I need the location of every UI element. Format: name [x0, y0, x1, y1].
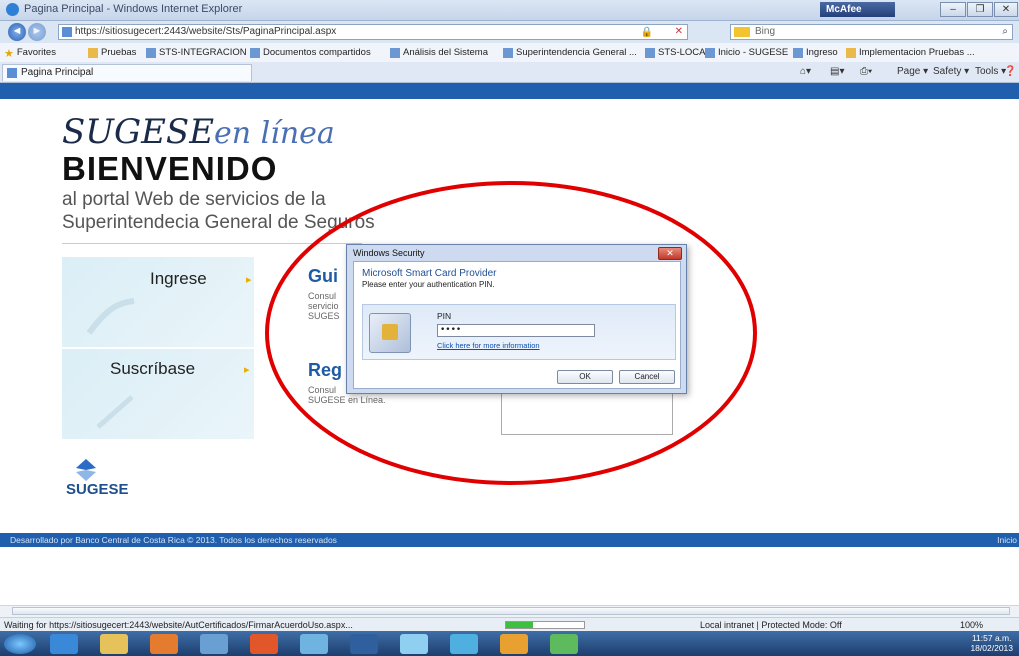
- security-zone[interactable]: Local intranet | Protected Mode: Off: [700, 618, 842, 632]
- hand-icon: [86, 298, 135, 335]
- ie-page-icon: [250, 47, 260, 58]
- loading-progress: [505, 621, 585, 629]
- feeds-icon[interactable]: ▤▾: [830, 66, 844, 77]
- page-icon: [7, 68, 17, 78]
- ie-page-icon: [705, 47, 715, 58]
- app-taskbar-icon[interactable]: [450, 634, 478, 654]
- fav-item-superintendencia[interactable]: Superintendencia General ...: [503, 46, 637, 59]
- page-menu[interactable]: Page ▾: [897, 66, 928, 77]
- search-placeholder: Bing: [755, 26, 776, 37]
- app-taskbar-icon[interactable]: [500, 634, 528, 654]
- status-text: Waiting for https://sitiosugecert:2443/w…: [4, 620, 353, 630]
- ie-page-icon: [503, 47, 513, 58]
- outlook-taskbar-icon[interactable]: [150, 634, 178, 654]
- page-footer: Desarrollado por Banco Central de Costa …: [0, 533, 1019, 547]
- fav-item-inicio-sugese[interactable]: Inicio - SUGESE: [705, 46, 788, 59]
- ingrese-label: Ingrese: [150, 269, 207, 288]
- stop-icon[interactable]: ✕: [675, 25, 683, 39]
- favorites-bar: ★ Favorites Pruebas STS-INTEGRACION Docum…: [0, 43, 1019, 63]
- address-url: https://sitiosugecert:2443/website/Sts/P…: [75, 26, 337, 37]
- suscribase-label: Suscríbase: [110, 359, 196, 378]
- app-taskbar-icon[interactable]: [400, 634, 428, 654]
- explorer-taskbar-icon[interactable]: [100, 634, 128, 654]
- ie-page-icon: [390, 47, 400, 58]
- fav-item-analisis[interactable]: Análisis del Sistema: [390, 46, 488, 59]
- lock-icon[interactable]: 🔒: [641, 26, 653, 40]
- tab-pagina-principal[interactable]: Pagina Principal: [2, 64, 252, 81]
- folder-icon: [846, 47, 856, 58]
- restore-button[interactable]: ❐: [967, 2, 993, 17]
- fav-item-pruebas[interactable]: Pruebas: [88, 46, 136, 59]
- search-input[interactable]: Bing ⌕: [730, 24, 1013, 40]
- zoom-level[interactable]: 100%: [960, 618, 983, 632]
- search-icon[interactable]: ⌕: [1002, 25, 1008, 39]
- system-clock[interactable]: 11:57 a.m. 18/02/2013: [970, 633, 1013, 653]
- fav-item-sts-local[interactable]: STS-LOCAL: [645, 46, 711, 59]
- annotation-ellipse: [265, 181, 757, 485]
- back-button[interactable]: ◄: [8, 23, 26, 41]
- folder-icon: [88, 47, 98, 58]
- bing-icon: [734, 27, 750, 37]
- forward-button[interactable]: ►: [28, 23, 46, 41]
- sugese-logo-text: SUGESE: [66, 481, 129, 498]
- pen-icon: [96, 395, 134, 429]
- app-taskbar-icon[interactable]: [300, 634, 328, 654]
- window-title: Pagina Principal - Windows Internet Expl…: [24, 3, 243, 15]
- page-icon: [62, 27, 72, 37]
- tab-row: Pagina Principal ⌂▾ ▤▾ ⎙▾ Page ▾ Safety …: [0, 62, 1019, 83]
- scrollbar-thumb[interactable]: [12, 607, 1010, 615]
- fav-item-implementacion[interactable]: Implementacion Pruebas ...: [846, 46, 975, 59]
- footer-link-inicio[interactable]: Inicio: [997, 533, 1017, 547]
- taskbar: 11:57 a.m. 18/02/2013: [0, 631, 1019, 656]
- start-button[interactable]: [4, 634, 36, 654]
- address-row: ◄ ► https://sitiosugecert:2443/website/S…: [0, 21, 1019, 43]
- arrow-right-icon: ▸: [244, 364, 250, 376]
- arrow-right-icon: ▸: [246, 274, 252, 286]
- help-icon[interactable]: ❓: [1004, 66, 1016, 77]
- status-bar: Waiting for https://sitiosugecert:2443/w…: [0, 617, 1019, 632]
- ie-page-icon: [645, 47, 655, 58]
- app-taskbar-icon[interactable]: [200, 634, 228, 654]
- safety-menu[interactable]: Safety ▾: [933, 66, 969, 77]
- app-taskbar-icon[interactable]: [350, 634, 378, 654]
- welcome-heading: BIENVENIDO: [62, 150, 278, 187]
- app-taskbar-icon[interactable]: [550, 634, 578, 654]
- firefox-taskbar-icon[interactable]: [250, 634, 278, 654]
- ie-icon: [6, 3, 19, 16]
- star-icon: ★: [4, 47, 14, 60]
- ingrese-panel[interactable]: Ingrese ▸: [62, 257, 254, 347]
- fav-item-ingreso[interactable]: Ingreso: [793, 46, 838, 59]
- fav-item-sts-integracion[interactable]: STS-INTEGRACION: [146, 46, 247, 59]
- sugese-logo-icon: [76, 459, 96, 481]
- close-button[interactable]: ✕: [994, 2, 1018, 17]
- window-titlebar: Pagina Principal - Windows Internet Expl…: [0, 0, 1019, 21]
- page-header-bar: [0, 83, 1019, 99]
- minimize-button[interactable]: –: [940, 2, 966, 17]
- horizontal-scrollbar[interactable]: [0, 605, 1019, 617]
- suscribase-panel[interactable]: Suscríbase ▸: [62, 349, 254, 439]
- mcafee-button[interactable]: McAfee: [820, 2, 895, 17]
- ie-page-icon: [793, 47, 803, 58]
- print-icon[interactable]: ⎙▾: [860, 66, 872, 77]
- ie-page-icon: [146, 47, 156, 58]
- sugese-script-logo: SUGESEen línea: [62, 112, 335, 152]
- favorites-button[interactable]: ★ Favorites: [4, 46, 56, 60]
- progress-fill: [506, 622, 534, 628]
- home-icon[interactable]: ⌂▾: [800, 66, 811, 77]
- ie-taskbar-icon[interactable]: [50, 634, 78, 654]
- fav-item-documentos[interactable]: Documentos compartidos: [250, 46, 371, 59]
- tools-menu[interactable]: Tools ▾: [975, 66, 1006, 77]
- address-input[interactable]: https://sitiosugecert:2443/website/Sts/P…: [58, 24, 688, 40]
- footer-text: Desarrollado por Banco Central de Costa …: [10, 535, 337, 545]
